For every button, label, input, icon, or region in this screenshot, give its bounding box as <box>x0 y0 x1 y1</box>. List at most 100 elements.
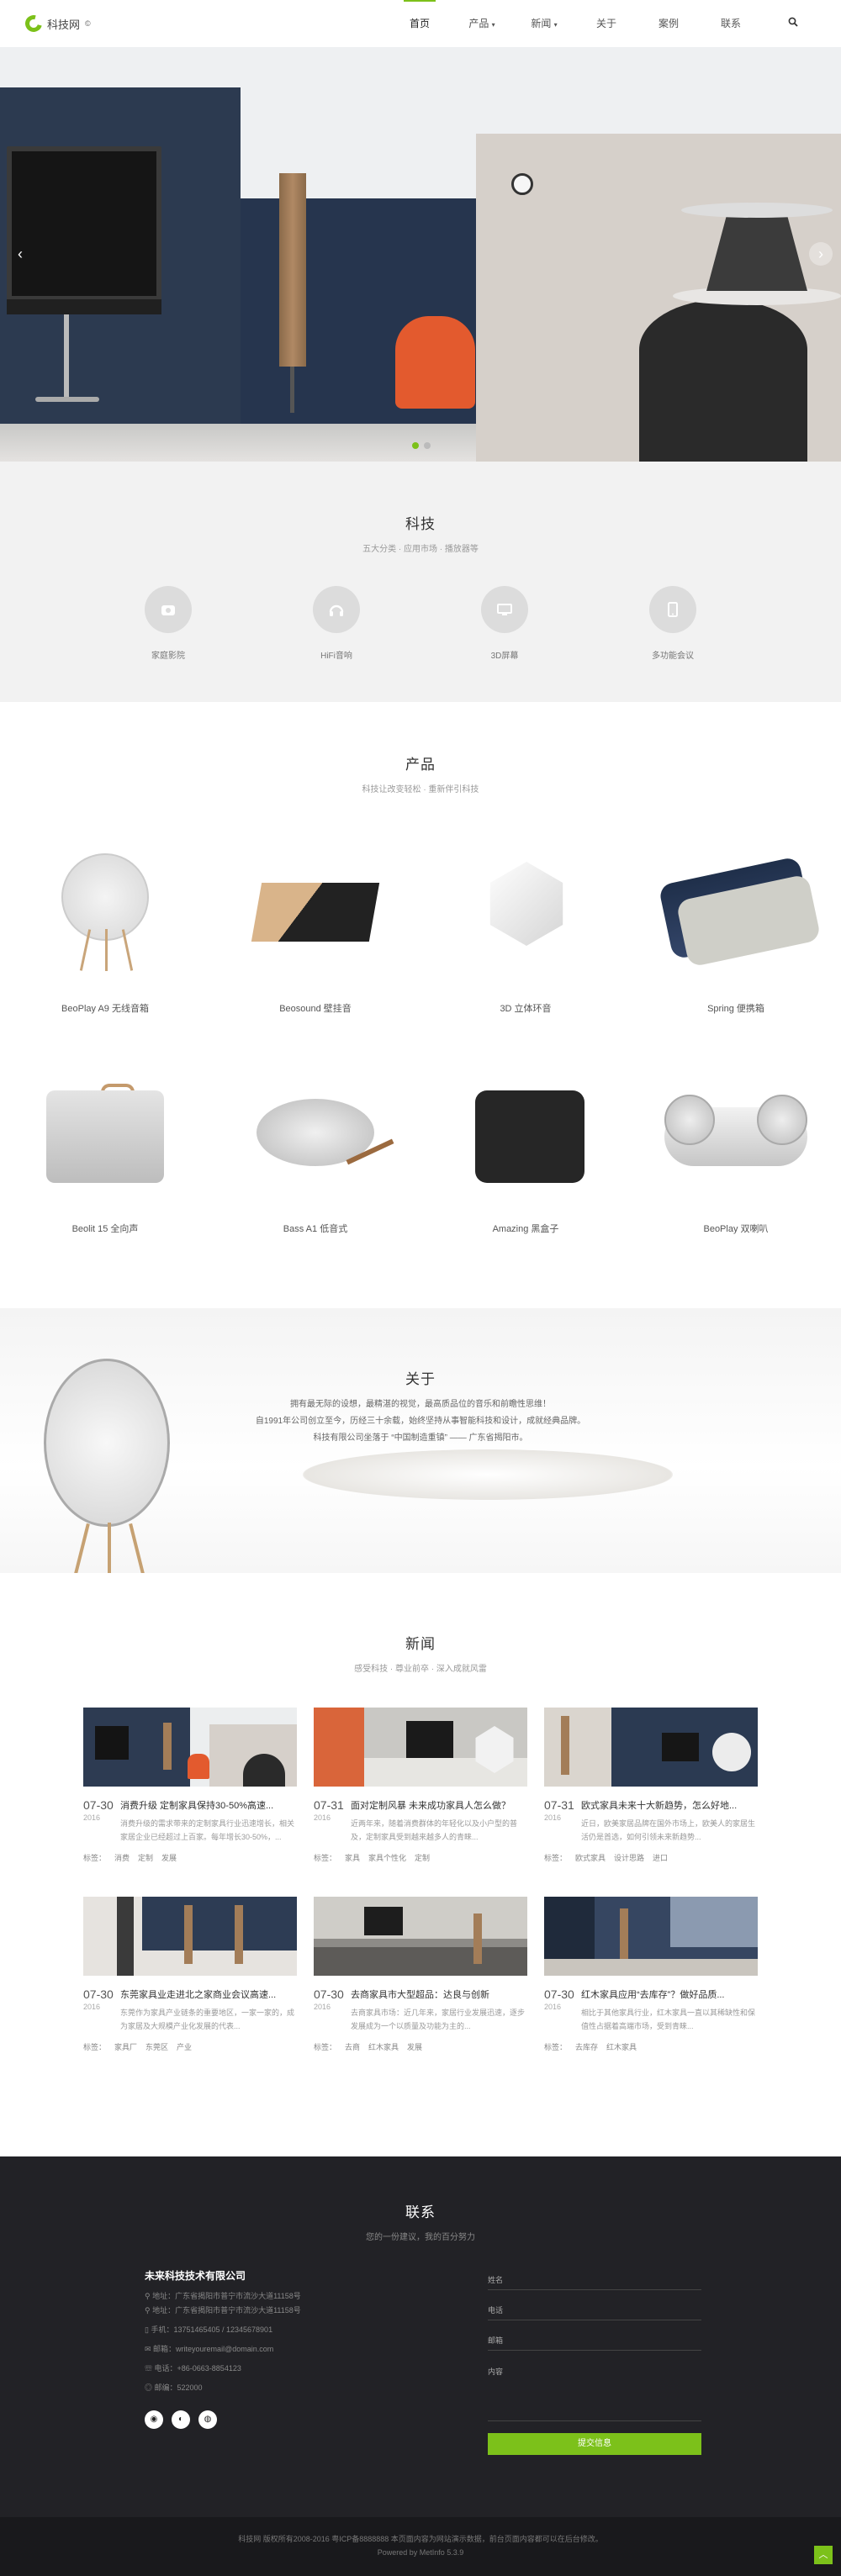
product-card[interactable]: BeoPlay 双喇叭 <box>631 1057 841 1235</box>
feature-item[interactable]: 多功能会议 <box>589 586 757 661</box>
brand-logo[interactable]: 科技网 © <box>22 12 91 35</box>
news-tag[interactable]: 东莞区 <box>145 2043 168 2051</box>
news-year: 2016 <box>83 1813 101 1822</box>
phone-line: ☏ 电话：+86-0663-8854123 <box>145 2364 241 2373</box>
brand-name: 科技网 <box>47 18 81 31</box>
hero-tv-stand <box>64 314 69 399</box>
news-tag[interactable]: 家具个性化 <box>368 1854 406 1862</box>
slider-dot[interactable] <box>424 442 431 449</box>
mail-icon: ✉ <box>145 2345 154 2353</box>
news-tag[interactable]: 定制 <box>415 1854 430 1862</box>
news-tag[interactable]: 去库存 <box>575 2043 598 2051</box>
news-tag[interactable]: 红木家具 <box>368 2043 399 2051</box>
slider-dots <box>412 442 431 449</box>
hero-speaker-disc <box>681 203 833 218</box>
news-title[interactable]: 欧式家具未来十大新趋势，怎么好地... <box>581 1798 758 1812</box>
news-title[interactable]: 去商家具市大型超品：达良与创新 <box>351 1987 527 2001</box>
news-title[interactable]: 消费升级 定制家具保持30-50%高速... <box>120 1798 297 1812</box>
product-grid: BeoPlay A9 无线音箱 Beosound 壁挂音 3D 立体环音 Spr… <box>0 837 841 1235</box>
news-tag[interactable]: 进口 <box>653 1854 668 1862</box>
news-thumbnail[interactable] <box>83 1708 297 1787</box>
feature-item[interactable]: 3D屏幕 <box>420 586 589 661</box>
address-line: ⚲ 地址：广东省揭阳市普宁市流沙大道11158号 <box>145 2292 301 2300</box>
news-thumbnail[interactable] <box>83 1897 297 1976</box>
news-tag[interactable]: 发展 <box>407 2043 422 2051</box>
news-tag[interactable]: 红木家具 <box>606 2043 637 2051</box>
section-subtitle: 感受科技 · 尊业前卒 · 深入成就风雷 <box>354 1665 487 1674</box>
caret-down-icon: ▾ <box>553 21 558 29</box>
product-card[interactable]: Spring 便携箱 <box>631 837 841 1015</box>
nav-about[interactable]: 关于 <box>575 0 637 47</box>
news-card[interactable]: 07-30 2016 红木家具应用“去库存”？做好品质... 相比于其他家具行业，… <box>544 1897 758 2052</box>
feature-item[interactable]: HiFi音响 <box>252 586 420 661</box>
news-thumbnail[interactable] <box>314 1708 527 1787</box>
product-card[interactable]: BeoPlay A9 无线音箱 <box>0 837 210 1015</box>
news-tag[interactable]: 去商 <box>345 2043 360 2051</box>
product-card[interactable]: Beosound 壁挂音 <box>210 837 420 1015</box>
news-tag[interactable]: 家具 <box>345 1854 360 1862</box>
news-card[interactable]: 07-30 2016 去商家具市大型超品：达良与创新 去商家具市场：近几年来，家居… <box>314 1897 527 2052</box>
nav-contact[interactable]: 联系 <box>700 0 762 47</box>
product-image <box>420 1057 631 1208</box>
news-section: 新闻 感受科技 · 尊业前卒 · 深入成就风雷 07-30 2016 消费升级 定… <box>0 1573 841 2156</box>
nav-news[interactable]: 新闻 ▾ <box>513 0 575 47</box>
nav-products[interactable]: 产品 ▾ <box>451 0 513 47</box>
news-card[interactable]: 07-31 2016 面对定制风暴 未来成功家具人怎么做？ 近两年来，随着消费群体… <box>314 1708 527 1863</box>
product-label: 3D 立体环音 <box>500 1004 552 1014</box>
submit-button[interactable]: 提交信息 <box>488 2433 701 2455</box>
back-to-top-icon[interactable]: ︿ <box>814 2546 833 2564</box>
slider-dot[interactable] <box>412 442 419 449</box>
hero-orange-chair <box>395 316 475 409</box>
news-thumbnail[interactable] <box>314 1897 527 1976</box>
news-card[interactable]: 07-30 2016 东莞家具业走进北之家商业会议高速... 东莞作为家具产业链条… <box>83 1897 297 2052</box>
news-excerpt: 近两年来，随着消费群体的年轻化以及小户型的普及，定制家具受到越来越多人的青睐..… <box>351 1819 518 1841</box>
email-field[interactable]: 邮箱 <box>488 2331 701 2351</box>
news-date: 07-30 <box>83 1798 114 1812</box>
nav-cases[interactable]: 案例 <box>637 0 700 47</box>
weibo-icon[interactable]: ◐ <box>172 2410 190 2429</box>
monitor-icon <box>481 586 528 633</box>
main-menu: 首页 产品 ▾ 新闻 ▾ 关于 案例 联系 <box>389 0 824 47</box>
news-thumbnail[interactable] <box>544 1897 758 1976</box>
prev-slide-icon[interactable]: ‹ <box>8 242 32 266</box>
email-line[interactable]: ✉ 邮箱：writeyouremail@domain.com <box>145 2344 397 2355</box>
news-tag[interactable]: 发展 <box>161 1854 177 1862</box>
news-date: 07-30 <box>314 1987 344 2001</box>
product-image <box>631 837 841 988</box>
postcode-icon: ◎ <box>145 2383 155 2392</box>
qq-icon[interactable]: ◉ <box>145 2410 163 2429</box>
phone-field[interactable]: 电话 <box>488 2300 701 2320</box>
news-title[interactable]: 东莞家具业走进北之家商业会议高速... <box>120 1987 297 2001</box>
news-date: 07-31 <box>544 1798 574 1812</box>
contact-info: 未来科技技术有限公司 ⚲ 地址：广东省揭阳市普宁市流沙大道11158号 ⚲ 地址… <box>145 2268 397 2429</box>
nav-home[interactable]: 首页 <box>389 0 451 47</box>
nav-home-label: 首页 <box>409 18 430 29</box>
product-card[interactable]: 3D 立体环音 <box>420 837 631 1015</box>
news-tag[interactable]: 产业 <box>177 2043 192 2051</box>
product-card[interactable]: Bass A1 低音式 <box>210 1057 420 1235</box>
feature-item[interactable]: 家庭影院 <box>84 586 252 661</box>
news-card[interactable]: 07-30 2016 消费升级 定制家具保持30-50%高速... 消费升级的需求… <box>83 1708 297 1863</box>
news-tag[interactable]: 欧式家具 <box>575 1854 606 1862</box>
next-slide-icon[interactable]: › <box>809 242 833 266</box>
news-tag[interactable]: 家具厂 <box>114 2043 137 2051</box>
news-card[interactable]: 07-31 2016 欧式家具未来十大新趋势，怎么好地... 近日，欧美家居品牌在… <box>544 1708 758 1863</box>
news-thumbnail[interactable] <box>544 1708 758 1787</box>
product-label: Beolit 15 全向声 <box>71 1224 139 1234</box>
news-date: 07-31 <box>314 1798 344 1812</box>
news-title[interactable]: 红木家具应用“去库存”？做好品质... <box>581 1987 758 2001</box>
wechat-icon[interactable]: ◍ <box>198 2410 217 2429</box>
news-excerpt: 去商家具市场：近几年来，家居行业发展迅速，逐步发展成为一个以质量及功能为主的..… <box>351 2009 526 2030</box>
product-label: Bass A1 低音式 <box>283 1224 348 1234</box>
news-tag[interactable]: 消费 <box>114 1854 130 1862</box>
news-grid: 07-30 2016 消费升级 定制家具保持30-50%高速... 消费升级的需求… <box>0 1708 841 2052</box>
news-title[interactable]: 面对定制风暴 未来成功家具人怎么做？ <box>351 1798 527 1812</box>
name-field[interactable]: 姓名 <box>488 2270 701 2290</box>
product-card[interactable]: Amazing 黑盒子 <box>420 1057 631 1235</box>
news-tag[interactable]: 设计思路 <box>614 1854 644 1862</box>
content-field[interactable]: 内容 <box>488 2361 701 2421</box>
product-card[interactable]: Beolit 15 全向声 <box>0 1057 210 1235</box>
news-tag[interactable]: 定制 <box>138 1854 153 1862</box>
search-icon[interactable] <box>762 0 824 47</box>
powered-by-text[interactable]: Powered by MetInfo 5.3.9 <box>0 2546 841 2559</box>
